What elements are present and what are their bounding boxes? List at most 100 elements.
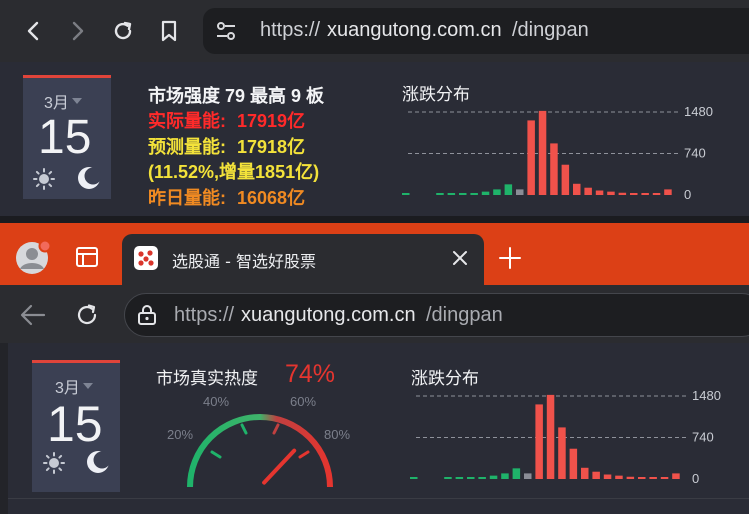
- bottom-chart-bar-0: [410, 477, 418, 479]
- forward-button[interactable]: [62, 16, 92, 46]
- bottom-url-path: /dingpan: [426, 304, 503, 326]
- bottom-chart-bar-11: [535, 404, 543, 479]
- bottom-chart-ytick-740: 740: [692, 430, 714, 445]
- tab-close-button[interactable]: [451, 249, 469, 271]
- top-chart-bar-5: [459, 193, 467, 195]
- actual-volume-label: 实际量能:: [148, 111, 226, 131]
- top-chart-bar-20: [630, 193, 638, 195]
- top-chart-bar-16: [584, 187, 592, 195]
- top-chart-bar-11: [527, 120, 535, 195]
- top-url-path: /dingpan: [512, 19, 589, 41]
- actual-volume-value: 17919亿: [237, 111, 306, 131]
- gauge-needle: [262, 448, 297, 485]
- top-chart-bar-15: [573, 183, 581, 195]
- market-heat-gauge: [187, 414, 333, 488]
- top-chart-bar-7: [481, 191, 490, 195]
- bottom-chart-bar-6: [478, 477, 486, 479]
- top-chart-bar-21: [641, 193, 649, 195]
- top-chart-bar-14: [561, 164, 570, 195]
- top-rise-fall-chart: 0 740 1480: [402, 104, 713, 202]
- bottom-chart-bar-18: [615, 475, 623, 479]
- top-chart-ytick-740: 740: [684, 146, 706, 161]
- bottom-rise-fall-chart: 0 740 1480: [410, 388, 721, 486]
- top-chart-ytick-0: 0: [684, 187, 691, 202]
- bottom-chart-bar-23: [672, 473, 680, 479]
- top-chart-bar-3: [436, 193, 444, 195]
- back-arrow-icon: [27, 21, 39, 41]
- bottom-chart-bar-19: [626, 476, 635, 479]
- bottom-day-mode-toggle[interactable]: [43, 452, 65, 478]
- bottom-chart-bar-17: [603, 474, 612, 479]
- back-arrow-icon: [20, 304, 46, 326]
- bottom-chart-bar-13: [558, 427, 566, 479]
- moon-icon: [78, 167, 102, 189]
- bottom-chart-bar-21: [649, 477, 657, 479]
- top-day-number: 15: [38, 111, 92, 164]
- lock-icon: [138, 305, 156, 325]
- forecast-volume-label: 预测量能:: [148, 137, 226, 157]
- reload-button[interactable]: [108, 16, 138, 46]
- bottom-chart-bar-8: [501, 473, 509, 479]
- bottom-chart-bar-20: [638, 477, 646, 479]
- top-chart-bar-6: [470, 193, 478, 195]
- top-chart-bar-12: [538, 110, 547, 195]
- top-chart-bar-8: [493, 189, 501, 195]
- profile-button[interactable]: [15, 239, 52, 279]
- bottom-back-button[interactable]: [20, 303, 46, 331]
- bookmark-button[interactable]: [154, 16, 184, 46]
- top-chart-bar-13: [550, 143, 558, 195]
- close-icon: [453, 251, 467, 265]
- forecast-volume-row: 预测量能: 17918亿: [148, 133, 305, 159]
- bottom-chart-ytick-1480: 1480: [692, 388, 721, 403]
- top-night-mode-toggle[interactable]: [77, 166, 102, 194]
- site-info-button[interactable]: [136, 304, 158, 330]
- forward-arrow-icon: [72, 21, 84, 41]
- yesterday-volume-label: 昨日量能:: [148, 188, 226, 208]
- plus-icon: [499, 247, 521, 269]
- top-chart-bar-19: [618, 192, 627, 195]
- bottom-chart-bar-16: [592, 471, 600, 479]
- bottom-chart-bar-4: [455, 477, 464, 479]
- site-settings-button[interactable]: [214, 20, 238, 46]
- bottom-chart-bar-9: [512, 468, 521, 479]
- top-chart-bar-0: [402, 193, 410, 195]
- bottom-reload-button[interactable]: [74, 302, 100, 332]
- bottom-chart-bar-15: [581, 467, 589, 479]
- top-chart-bar-18: [607, 191, 615, 195]
- reload-icon: [77, 304, 97, 325]
- back-button[interactable]: [19, 16, 49, 46]
- forecast-change-text: (11.52%,增量1851亿): [148, 162, 320, 182]
- sun-icon: [43, 452, 65, 474]
- tab-actions-button[interactable]: [75, 246, 99, 272]
- bottom-url-host: xuangutong.com.cn: [241, 304, 416, 326]
- tab-favicon: [134, 246, 158, 274]
- yesterday-volume-row: 昨日量能: 16068亿: [148, 184, 305, 210]
- top-chart-bar-10: [516, 189, 524, 195]
- top-day-mode-toggle[interactable]: [33, 168, 55, 194]
- avatar-icon: [16, 239, 52, 274]
- window-separator: [0, 216, 749, 223]
- bookmark-icon: [161, 20, 177, 42]
- top-chart-bar-9: [504, 184, 513, 195]
- bottom-night-mode-toggle[interactable]: [86, 450, 111, 478]
- bottom-chart-bar-5: [467, 477, 475, 479]
- panel-divider: [8, 498, 749, 499]
- reload-icon: [114, 21, 132, 40]
- left-border: [0, 343, 8, 514]
- bottom-day-number: 15: [47, 396, 103, 452]
- bottom-chart-ytick-0: 0: [692, 471, 699, 486]
- moon-icon: [87, 451, 111, 473]
- tune-icon: [217, 22, 235, 40]
- dropdown-caret-icon: [82, 383, 93, 389]
- bottom-url-scheme: https://: [174, 304, 235, 326]
- dropdown-caret-icon: [71, 98, 82, 104]
- top-chart-bar-4: [447, 193, 456, 195]
- bottom-chart-bar-3: [444, 477, 452, 479]
- sun-icon: [33, 168, 55, 190]
- top-url-scheme: https://: [260, 19, 321, 41]
- yesterday-volume-value: 16068亿: [237, 188, 306, 208]
- new-tab-button[interactable]: [498, 246, 522, 274]
- tab-title: 选股通 - 智选好股票: [172, 252, 316, 271]
- market-strength-text: 市场强度 79 最高 9 板: [148, 86, 325, 106]
- bottom-chart-bar-14: [569, 448, 578, 479]
